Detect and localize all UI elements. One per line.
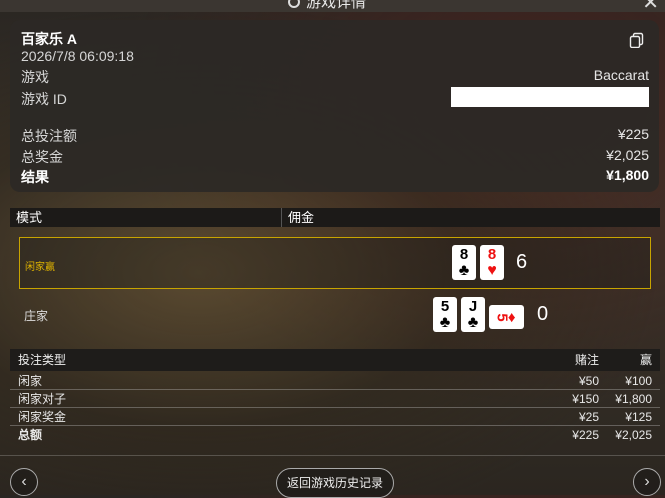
card-rank: J [468,298,478,315]
copy-icon[interactable] [629,32,645,48]
bet-type: 闲家奖金 [18,410,67,424]
card-rank: 5 [493,312,511,322]
card-rank: 8 [459,246,469,263]
table-row: 闲家 ¥50 ¥100 [10,372,660,390]
bet-amount: ¥150 [572,392,599,406]
header-title-group: 游戏详情 [288,0,366,12]
bet-table-header: 投注类型 赌注 赢 [10,349,660,371]
club-icon: ♣ [439,314,451,331]
player-card-1: 8 ♣ [452,245,476,280]
result-value: ¥1,800 [606,167,649,183]
win-amount: ¥125 [625,410,652,424]
banker-card-3: 5 ♦ [489,305,524,329]
card-rank: 5 [440,298,450,315]
total-bet-label: 总投注额 [21,128,77,144]
close-icon[interactable]: ✕ [642,0,659,15]
round-datetime: 2026/7/8 06:09:18 [21,48,134,64]
bet-type: 闲家对子 [18,392,67,406]
total-bet-row: 总投注额 ¥225 [21,126,649,146]
bet-amount: ¥50 [578,374,599,388]
bet-type-header: 投注类型 [18,353,67,367]
bet-amount: ¥25 [578,410,599,424]
banker-hand-label: 庄家 [24,309,49,323]
heart-icon: ♥ [487,262,497,279]
table-row: 闲家奖金 ¥25 ¥125 [10,408,660,426]
banker-card-2: J ♣ [461,297,485,332]
next-round-button[interactable]: › [633,468,661,496]
bet-type: 总额 [18,428,43,442]
table-row: 闲家对子 ¥150 ¥1,800 [10,390,660,408]
club-icon: ♣ [458,262,470,279]
back-to-history-button[interactable]: 返回游戏历史记录 [276,468,394,498]
total-bet-value: ¥225 [617,126,649,142]
bet-type: 闲家 [18,374,43,388]
game-label: 游戏 [21,69,49,85]
game-value: Baccarat [593,67,649,83]
game-id-label: 游戏 ID [21,91,67,107]
player-hand-label: 闲家赢 [25,262,55,273]
bet-amount-header: 赌注 [574,353,599,367]
mode-bar: 模式 佣金 [10,208,660,227]
game-id-redacted [451,87,649,107]
player-card-2: 8 ♥ [480,245,504,280]
banker-card-1: 5 ♣ [433,297,457,332]
summary-card: 百家乐 A 2026/7/8 06:09:18 游戏 Baccarat 游戏 I… [10,20,659,192]
banker-hand: 庄家 5 ♣ J ♣ 5 ♦ 0 [19,292,651,340]
win-amount: ¥1,800 [615,392,652,406]
banker-score: 0 [537,303,549,325]
refresh-icon [288,0,300,8]
chevron-left-icon: ‹ [21,473,27,490]
previous-round-button[interactable]: ‹ [10,468,38,496]
commission-label: 佣金 [288,210,315,225]
total-prize-label: 总奖金 [21,149,63,165]
win-header: 赢 [639,353,652,367]
page-title: 游戏详情 [306,0,367,11]
player-hand: 闲家赢 8 ♣ 8 ♥ 6 [19,237,651,289]
total-prize-row: 总奖金 ¥2,025 [21,147,649,167]
total-prize-value: ¥2,025 [606,147,649,163]
player-score: 6 [516,251,528,273]
win-amount: ¥100 [625,374,652,388]
chevron-right-icon: › [644,473,650,490]
club-icon: ♣ [467,314,479,331]
card-rank: 8 [487,246,497,263]
table-name: 百家乐 A [21,31,77,47]
mode-label: 模式 [10,208,282,227]
result-label: 结果 [21,169,49,185]
game-id-row: 游戏 ID [21,87,649,109]
game-row: 游戏 Baccarat [21,67,649,87]
win-amount: ¥2,025 [615,428,652,442]
bet-amount: ¥225 [572,428,599,442]
footer-divider [0,455,665,456]
table-row-total: 总额 ¥225 ¥2,025 [10,426,660,444]
result-row: 结果 ¥1,800 [21,167,649,187]
